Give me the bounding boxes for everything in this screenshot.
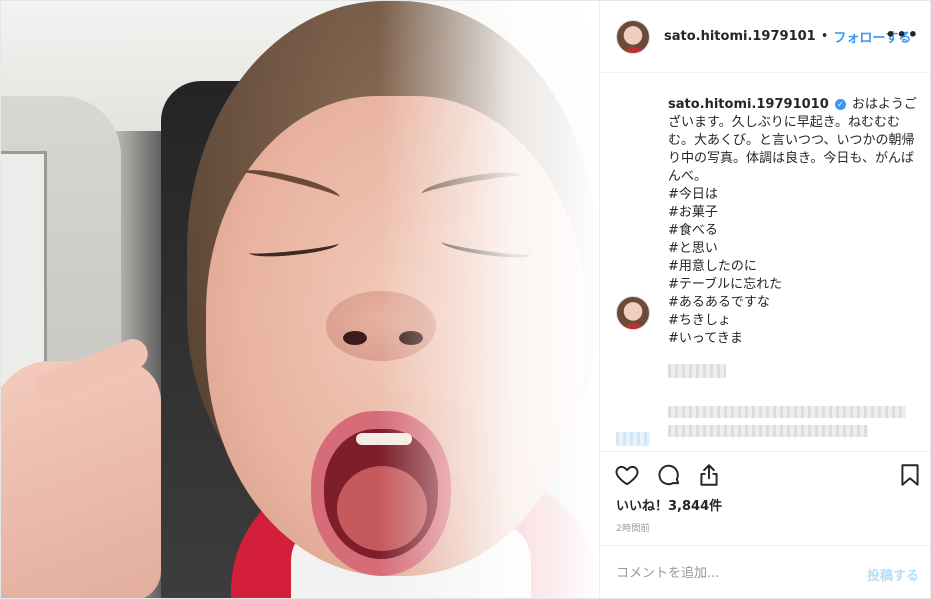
add-comment-section: 投稿する [600, 545, 930, 598]
hashtag-link[interactable]: #今日は [668, 186, 921, 204]
share-icon[interactable] [696, 462, 722, 488]
caption: sato.hitomi.19791010 ✓ おはようございます。久しぶりに早起き… [668, 96, 921, 186]
caption-avatar[interactable] [616, 296, 650, 330]
hand [1, 361, 161, 598]
separator-dot: • [820, 29, 829, 44]
bookmark-icon[interactable] [897, 462, 923, 488]
hashtag-link[interactable]: #と思い [668, 240, 921, 258]
hashtag-link[interactable]: #あるあるですな [668, 294, 921, 312]
avatar[interactable] [616, 19, 650, 54]
post-side-panel: sato.hitomi.1979101 • フォローする ••• sato.hi… [599, 1, 930, 598]
hashtag-link[interactable]: #テーブルに忘れた [668, 276, 921, 294]
hashtag-link[interactable]: #お菓子 [668, 204, 921, 222]
post-comment-button[interactable]: 投稿する [867, 565, 919, 584]
heart-icon[interactable] [614, 462, 640, 488]
verified-badge-icon: ✓ [834, 99, 846, 110]
blurred-comment [668, 425, 868, 437]
light-glow [379, 1, 599, 598]
hashtag-link[interactable]: #用意したのに [668, 258, 921, 276]
hashtag-link[interactable]: #いってきま [668, 330, 921, 348]
instagram-post: sato.hitomi.1979101 • フォローする ••• sato.hi… [0, 0, 931, 599]
hashtag-link[interactable]: #食べる [668, 222, 921, 240]
left-nostril [343, 331, 367, 345]
action-bar [600, 451, 930, 493]
post-photo[interactable] [1, 1, 599, 598]
blurred-link [616, 432, 650, 446]
hashtag-list: #今日は #お菓子 #食べる #と思い #用意したのに #テーブルに忘れた #あ… [668, 186, 921, 348]
caption-username[interactable]: sato.hitomi.19791010 [668, 97, 829, 112]
likes-count[interactable]: いいね！3,844件 [616, 495, 722, 514]
comment-bubble-icon[interactable] [656, 462, 682, 488]
header-username[interactable]: sato.hitomi.1979101 [664, 29, 816, 44]
comment-input[interactable] [616, 563, 846, 583]
hashtag-link[interactable]: #ちきしょ [668, 312, 921, 330]
timestamp[interactable]: 2時間前 [616, 521, 650, 534]
more-options-icon[interactable]: ••• [885, 25, 919, 44]
blurred-comment [668, 406, 906, 418]
comments-area: sato.hitomi.19791010 ✓ おはようございます。久しぶりに早起き… [600, 74, 930, 451]
post-header: sato.hitomi.1979101 • フォローする ••• [600, 1, 930, 73]
blurred-text [668, 364, 726, 378]
